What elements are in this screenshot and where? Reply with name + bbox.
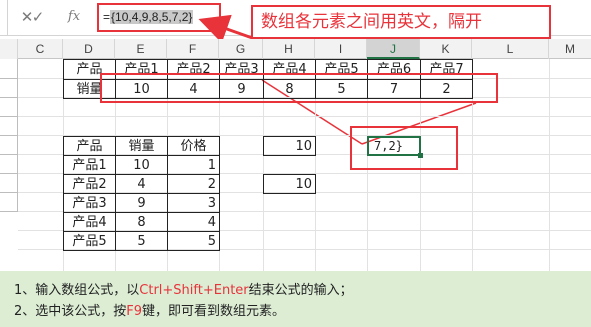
table-cell[interactable]: 2 xyxy=(167,174,220,194)
table-cell[interactable]: 产品3 xyxy=(63,193,116,213)
row-divider xyxy=(0,154,18,155)
column-header-m[interactable]: M xyxy=(549,39,591,59)
table-header-cell[interactable]: 销量 xyxy=(115,136,168,156)
column-header-l[interactable]: L xyxy=(472,39,549,59)
active-cell-j[interactable]: 7,2} xyxy=(367,136,421,156)
shortcut-keys: Ctrl+Shift+Enter xyxy=(139,283,249,298)
callout-note: 数组各元素之间用英文，隔开 xyxy=(251,5,551,39)
instruction-line-1: 1、输入数组公式，以Ctrl+Shift+Enter结束公式的输入； xyxy=(14,280,591,301)
instruction-text: 键，即可看到数组元素。 xyxy=(142,304,286,319)
sales-row-highlight-box xyxy=(100,73,498,103)
instruction-panel: 1、输入数组公式，以Ctrl+Shift+Enter结束公式的输入； 2、选中该… xyxy=(0,271,591,327)
table-cell[interactable]: 8 xyxy=(115,212,168,232)
column-header-e[interactable]: E xyxy=(115,39,167,59)
instruction-text: 2、选中该公式，按 xyxy=(14,304,127,319)
column-header-g[interactable]: G xyxy=(219,39,263,59)
table-cell[interactable]: 5 xyxy=(115,231,168,251)
instruction-text: 1、输入数组公式，以 xyxy=(14,283,140,298)
row-divider xyxy=(0,78,18,79)
row-divider xyxy=(0,116,18,117)
column-header-c[interactable]: C xyxy=(18,39,63,59)
table-cell[interactable]: 产品1 xyxy=(63,155,116,175)
table-cell[interactable]: 产品2 xyxy=(63,174,116,194)
fill-handle[interactable] xyxy=(418,153,423,158)
column-header-i[interactable]: I xyxy=(315,39,367,59)
grid-line xyxy=(18,116,591,117)
cell-h-value[interactable]: 10 xyxy=(263,174,316,194)
table-cell[interactable]: 产品4 xyxy=(63,212,116,232)
row-divider xyxy=(0,173,18,174)
instruction-text: 结束公式的输入； xyxy=(248,283,353,298)
table-header-cell[interactable]: 价格 xyxy=(167,136,220,156)
column-header-d[interactable]: D xyxy=(63,39,115,59)
instruction-line-2: 2、选中该公式，按F9键，即可看到数组元素。 xyxy=(14,301,591,322)
corner-cell[interactable] xyxy=(0,39,18,59)
table-cell[interactable]: 1 xyxy=(167,155,220,175)
column-header-k[interactable]: K xyxy=(420,39,472,59)
row-divider xyxy=(0,135,18,136)
column-header-j[interactable]: J xyxy=(367,39,420,59)
table-cell[interactable]: 9 xyxy=(115,193,168,213)
table-cell[interactable]: 产品5 xyxy=(63,231,116,251)
table-cell[interactable]: 5 xyxy=(167,231,220,251)
table-header-cell[interactable]: 产品 xyxy=(63,136,116,156)
row-divider xyxy=(0,192,18,193)
table-cell[interactable]: 4 xyxy=(115,174,168,194)
shortcut-key: F9 xyxy=(126,304,143,319)
row-divider xyxy=(0,211,18,212)
cell-h-value[interactable]: 10 xyxy=(263,136,316,156)
table-cell[interactable]: 3 xyxy=(167,193,220,213)
column-header-f[interactable]: F xyxy=(167,39,219,59)
table-cell[interactable]: 10 xyxy=(115,155,168,175)
row-divider xyxy=(0,97,18,98)
table-cell[interactable]: 4 xyxy=(167,212,220,232)
column-header-h[interactable]: H xyxy=(263,39,315,59)
